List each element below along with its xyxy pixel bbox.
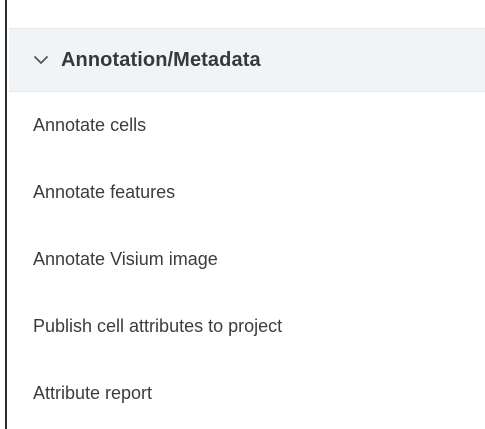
menu-item-annotate-features[interactable]: Annotate features [9,159,485,226]
chevron-down-icon[interactable] [33,52,49,68]
section-title: Annotation/Metadata [61,48,261,71]
window-left-border [5,0,7,429]
menu-item-annotate-visium-image[interactable]: Annotate Visium image [9,226,485,293]
menu-item-attribute-report[interactable]: Attribute report [9,360,485,427]
section-header-annotation-metadata[interactable]: Annotation/Metadata [9,28,485,92]
menu-item-publish-cell-attributes[interactable]: Publish cell attributes to project [9,293,485,360]
annotation-menu-list: Annotate cells Annotate features Annotat… [9,92,485,427]
annotation-metadata-panel: Annotation/Metadata Annotate cells Annot… [9,0,485,429]
menu-item-annotate-cells[interactable]: Annotate cells [9,92,485,159]
